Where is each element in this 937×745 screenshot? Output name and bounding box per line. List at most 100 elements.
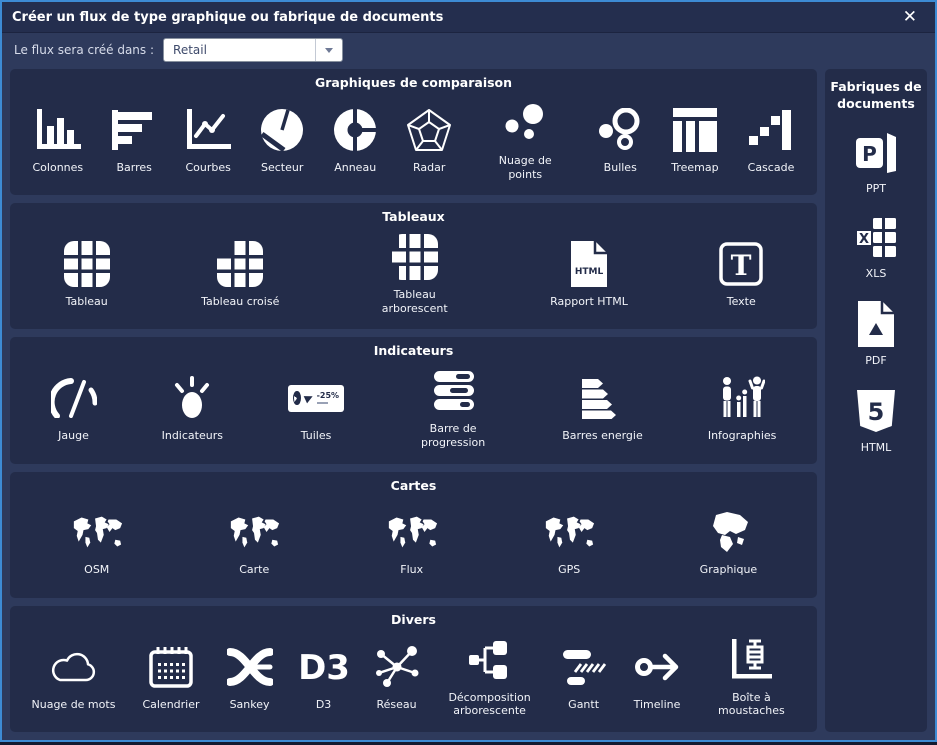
item-jauge[interactable]: Jauge (51, 374, 97, 443)
item-xls[interactable]: X XLS (854, 216, 898, 280)
item-barres-energie[interactable]: Barres energie (562, 374, 643, 443)
world-map-icon (227, 508, 281, 556)
item-colonnes[interactable]: Colonnes (33, 106, 84, 175)
item-boite-a-moustaches[interactable]: Boîte à moustaches (707, 636, 795, 719)
item-treemap[interactable]: Treemap (671, 106, 718, 175)
item-courbes[interactable]: Courbes (185, 106, 231, 175)
svg-text:D3: D3 (300, 648, 348, 686)
network-graph-icon (375, 643, 419, 691)
globe-map-icon (706, 508, 750, 556)
bar-chart-icon (112, 106, 156, 154)
item-infographies[interactable]: Infographies (708, 374, 777, 443)
item-tuiles[interactable]: -25% Tuiles (288, 374, 344, 443)
donut-chart-icon (333, 106, 377, 154)
item-nuage-de-mots[interactable]: Nuage de mots (32, 643, 116, 712)
chevron-down-icon[interactable] (315, 39, 342, 61)
tree-table-icon (392, 233, 438, 281)
energy-bars-icon (580, 374, 624, 422)
mini-arrow-icon (303, 393, 314, 404)
sankey-icon (227, 643, 273, 691)
item-texte[interactable]: T Texte (719, 240, 763, 309)
item-flux[interactable]: Flux (385, 508, 439, 577)
pdf-file-icon (856, 301, 896, 347)
section-title: Graphiques de comparaison (18, 75, 809, 90)
item-barre-de-progression[interactable]: Barre de progression (409, 367, 497, 450)
item-radar[interactable]: Radar (406, 106, 452, 175)
item-gps[interactable]: GPS (542, 508, 596, 577)
chart-type-panels: Graphiques de comparaison Colonnes Barre… (10, 69, 817, 732)
xls-file-icon: X (854, 216, 898, 260)
gauge-icon (51, 374, 97, 422)
timeline-icon (634, 643, 680, 691)
word-cloud-icon (48, 643, 98, 691)
section-tableaux: Tableaux Tableau Tableau croisé (10, 203, 817, 329)
mini-pie-icon (293, 391, 301, 405)
item-secteur[interactable]: Secteur (260, 106, 304, 175)
section-graphiques-comparaison: Graphiques de comparaison Colonnes Barre… (10, 69, 817, 195)
svg-text:5: 5 (868, 398, 885, 426)
svg-text:HTML: HTML (575, 267, 604, 277)
close-icon[interactable]: ✕ (895, 7, 925, 28)
tile-kpi-icon: -25% (288, 374, 344, 422)
item-sankey[interactable]: Sankey (227, 643, 273, 712)
scatter-plot-icon (503, 99, 547, 147)
dialog-title: Créer un flux de type graphique ou fabri… (12, 10, 443, 25)
section-indicateurs: Indicateurs Jauge Indicateurs (10, 337, 817, 463)
table-icon (64, 240, 110, 288)
world-map-icon (385, 508, 439, 556)
indicator-bulb-icon (170, 374, 214, 422)
pivot-table-icon (217, 240, 263, 288)
column-chart-icon (35, 106, 81, 154)
svg-text:P: P (862, 142, 877, 166)
pie-chart-icon (260, 106, 304, 154)
item-d3[interactable]: D3 D3 (300, 643, 348, 712)
item-osm[interactable]: OSM (70, 508, 124, 577)
treemap-icon (673, 106, 717, 154)
section-title: Tableaux (18, 209, 809, 224)
radar-chart-icon (406, 106, 452, 154)
section-cartes: Cartes OSM Carte (10, 472, 817, 598)
item-cascade[interactable]: Cascade (748, 106, 795, 175)
section-title: Divers (18, 612, 809, 627)
item-calendrier[interactable]: Calendrier (142, 643, 199, 712)
dialog-content: Graphiques de comparaison Colonnes Barre… (2, 67, 935, 740)
item-tableau-arborescent[interactable]: Tableau arborescent (371, 233, 459, 316)
destination-select[interactable]: Retail (163, 38, 343, 62)
tree-decomposition-icon (467, 636, 513, 684)
world-map-icon (70, 508, 124, 556)
item-rapport-html[interactable]: HTML Rapport HTML (550, 240, 628, 309)
item-indicateurs[interactable]: Indicateurs (162, 374, 223, 443)
text-icon: T (719, 240, 763, 288)
svg-text:T: T (731, 249, 752, 282)
item-bulles[interactable]: Bulles (598, 106, 642, 175)
box-plot-icon (728, 636, 774, 684)
create-flow-dialog: Créer un flux de type graphique ou fabri… (0, 0, 937, 742)
item-reseau[interactable]: Réseau (375, 643, 419, 712)
item-timeline[interactable]: Timeline (634, 643, 681, 712)
svg-text:X: X (859, 232, 869, 247)
item-gantt[interactable]: Gantt (561, 643, 607, 712)
destination-select-value: Retail (164, 39, 315, 61)
item-graphique-carte[interactable]: Graphique (700, 508, 758, 577)
world-map-icon (542, 508, 596, 556)
item-tableau-croise[interactable]: Tableau croisé (201, 240, 279, 309)
section-title: Indicateurs (18, 343, 809, 358)
html-report-file-icon: HTML (569, 240, 609, 288)
destination-toolbar: Le flux sera créé dans : Retail (2, 33, 935, 67)
item-decomposition-arborescente[interactable]: Décomposition arborescente (446, 636, 534, 719)
gantt-icon (561, 643, 607, 691)
item-pdf[interactable]: PDF (856, 301, 896, 367)
section-divers: Divers Nuage de mots Calendrier (10, 606, 817, 732)
line-chart-icon (185, 106, 231, 154)
item-carte[interactable]: Carte (227, 508, 281, 577)
item-tableau[interactable]: Tableau (64, 240, 110, 309)
item-ppt[interactable]: P PPT (854, 131, 898, 195)
screen: Créer un flux de type graphique ou fabri… (0, 0, 937, 745)
item-barres[interactable]: Barres (112, 106, 156, 175)
calendar-icon (148, 643, 194, 691)
item-nuage-de-points[interactable]: Nuage de points (481, 99, 569, 182)
d3-logo-icon: D3 (300, 643, 348, 691)
sidebar-title: Fabriques de documents (829, 79, 923, 113)
item-html[interactable]: 5 HTML (854, 388, 898, 454)
item-anneau[interactable]: Anneau (333, 106, 377, 175)
